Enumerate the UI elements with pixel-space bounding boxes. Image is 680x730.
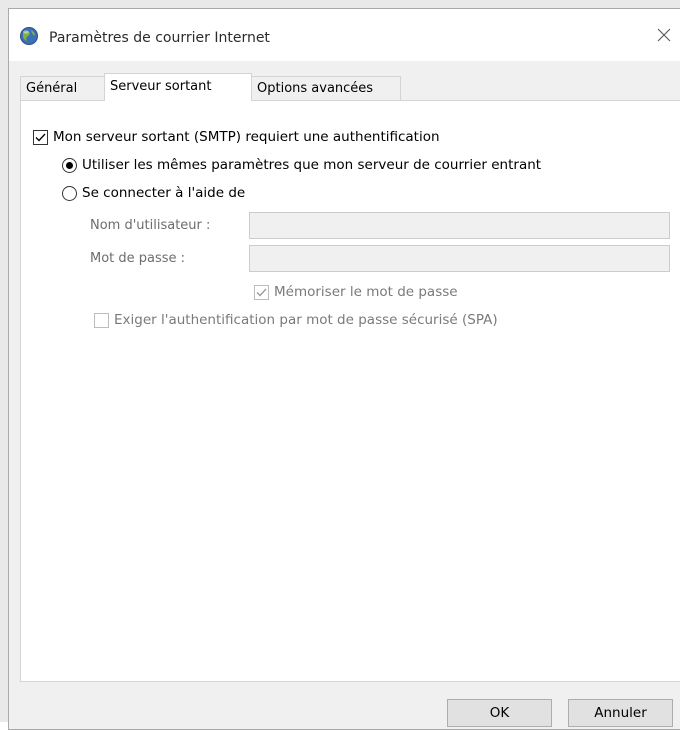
password-label: Mot de passe : <box>90 251 186 266</box>
cancel-button[interactable]: Annuler <box>568 699 673 727</box>
close-icon <box>657 28 671 42</box>
spa-checkbox[interactable] <box>94 312 109 328</box>
close-button[interactable] <box>641 9 680 61</box>
remember-password-label: Mémoriser le mot de passe <box>274 284 458 300</box>
smtp-auth-checkbox[interactable] <box>33 129 48 145</box>
checkmark-icon <box>35 133 46 141</box>
smtp-auth-option[interactable]: Mon serveur sortant (SMTP) requiert une … <box>33 129 440 145</box>
spa-option[interactable]: Exiger l'authentification par mot de pas… <box>94 312 498 328</box>
tab-outgoing-server[interactable]: Serveur sortant <box>104 73 252 101</box>
spa-label: Exiger l'authentification par mot de pas… <box>114 312 498 328</box>
window-title: Paramètres de courrier Internet <box>49 30 270 46</box>
same-settings-radio[interactable] <box>62 157 77 173</box>
same-settings-option[interactable]: Utiliser les mêmes paramètres que mon se… <box>62 157 541 173</box>
tab-advanced-options[interactable]: Options avancées <box>251 76 401 100</box>
login-with-radio[interactable] <box>62 185 77 201</box>
username-field[interactable] <box>249 212 670 239</box>
remember-password-option[interactable]: Mémoriser le mot de passe <box>254 284 458 300</box>
internet-email-settings-dialog: Paramètres de courrier Internet Général … <box>8 8 680 730</box>
globe-mail-icon <box>19 26 39 46</box>
remember-password-checkbox[interactable] <box>254 284 269 300</box>
tab-general[interactable]: Général <box>20 76 105 100</box>
smtp-auth-label: Mon serveur sortant (SMTP) requiert une … <box>53 129 440 145</box>
ok-button[interactable]: OK <box>447 699 552 727</box>
checkmark-icon <box>256 288 267 296</box>
same-settings-label: Utiliser les mêmes paramètres que mon se… <box>82 157 542 173</box>
login-with-label: Se connecter à l'aide de <box>82 185 246 201</box>
login-with-option[interactable]: Se connecter à l'aide de <box>62 185 245 201</box>
title-bar: Paramètres de courrier Internet <box>9 9 680 61</box>
outgoing-server-panel: Mon serveur sortant (SMTP) requiert une … <box>20 100 680 682</box>
username-label: Nom d'utilisateur : <box>90 218 211 233</box>
password-field[interactable] <box>249 245 670 272</box>
